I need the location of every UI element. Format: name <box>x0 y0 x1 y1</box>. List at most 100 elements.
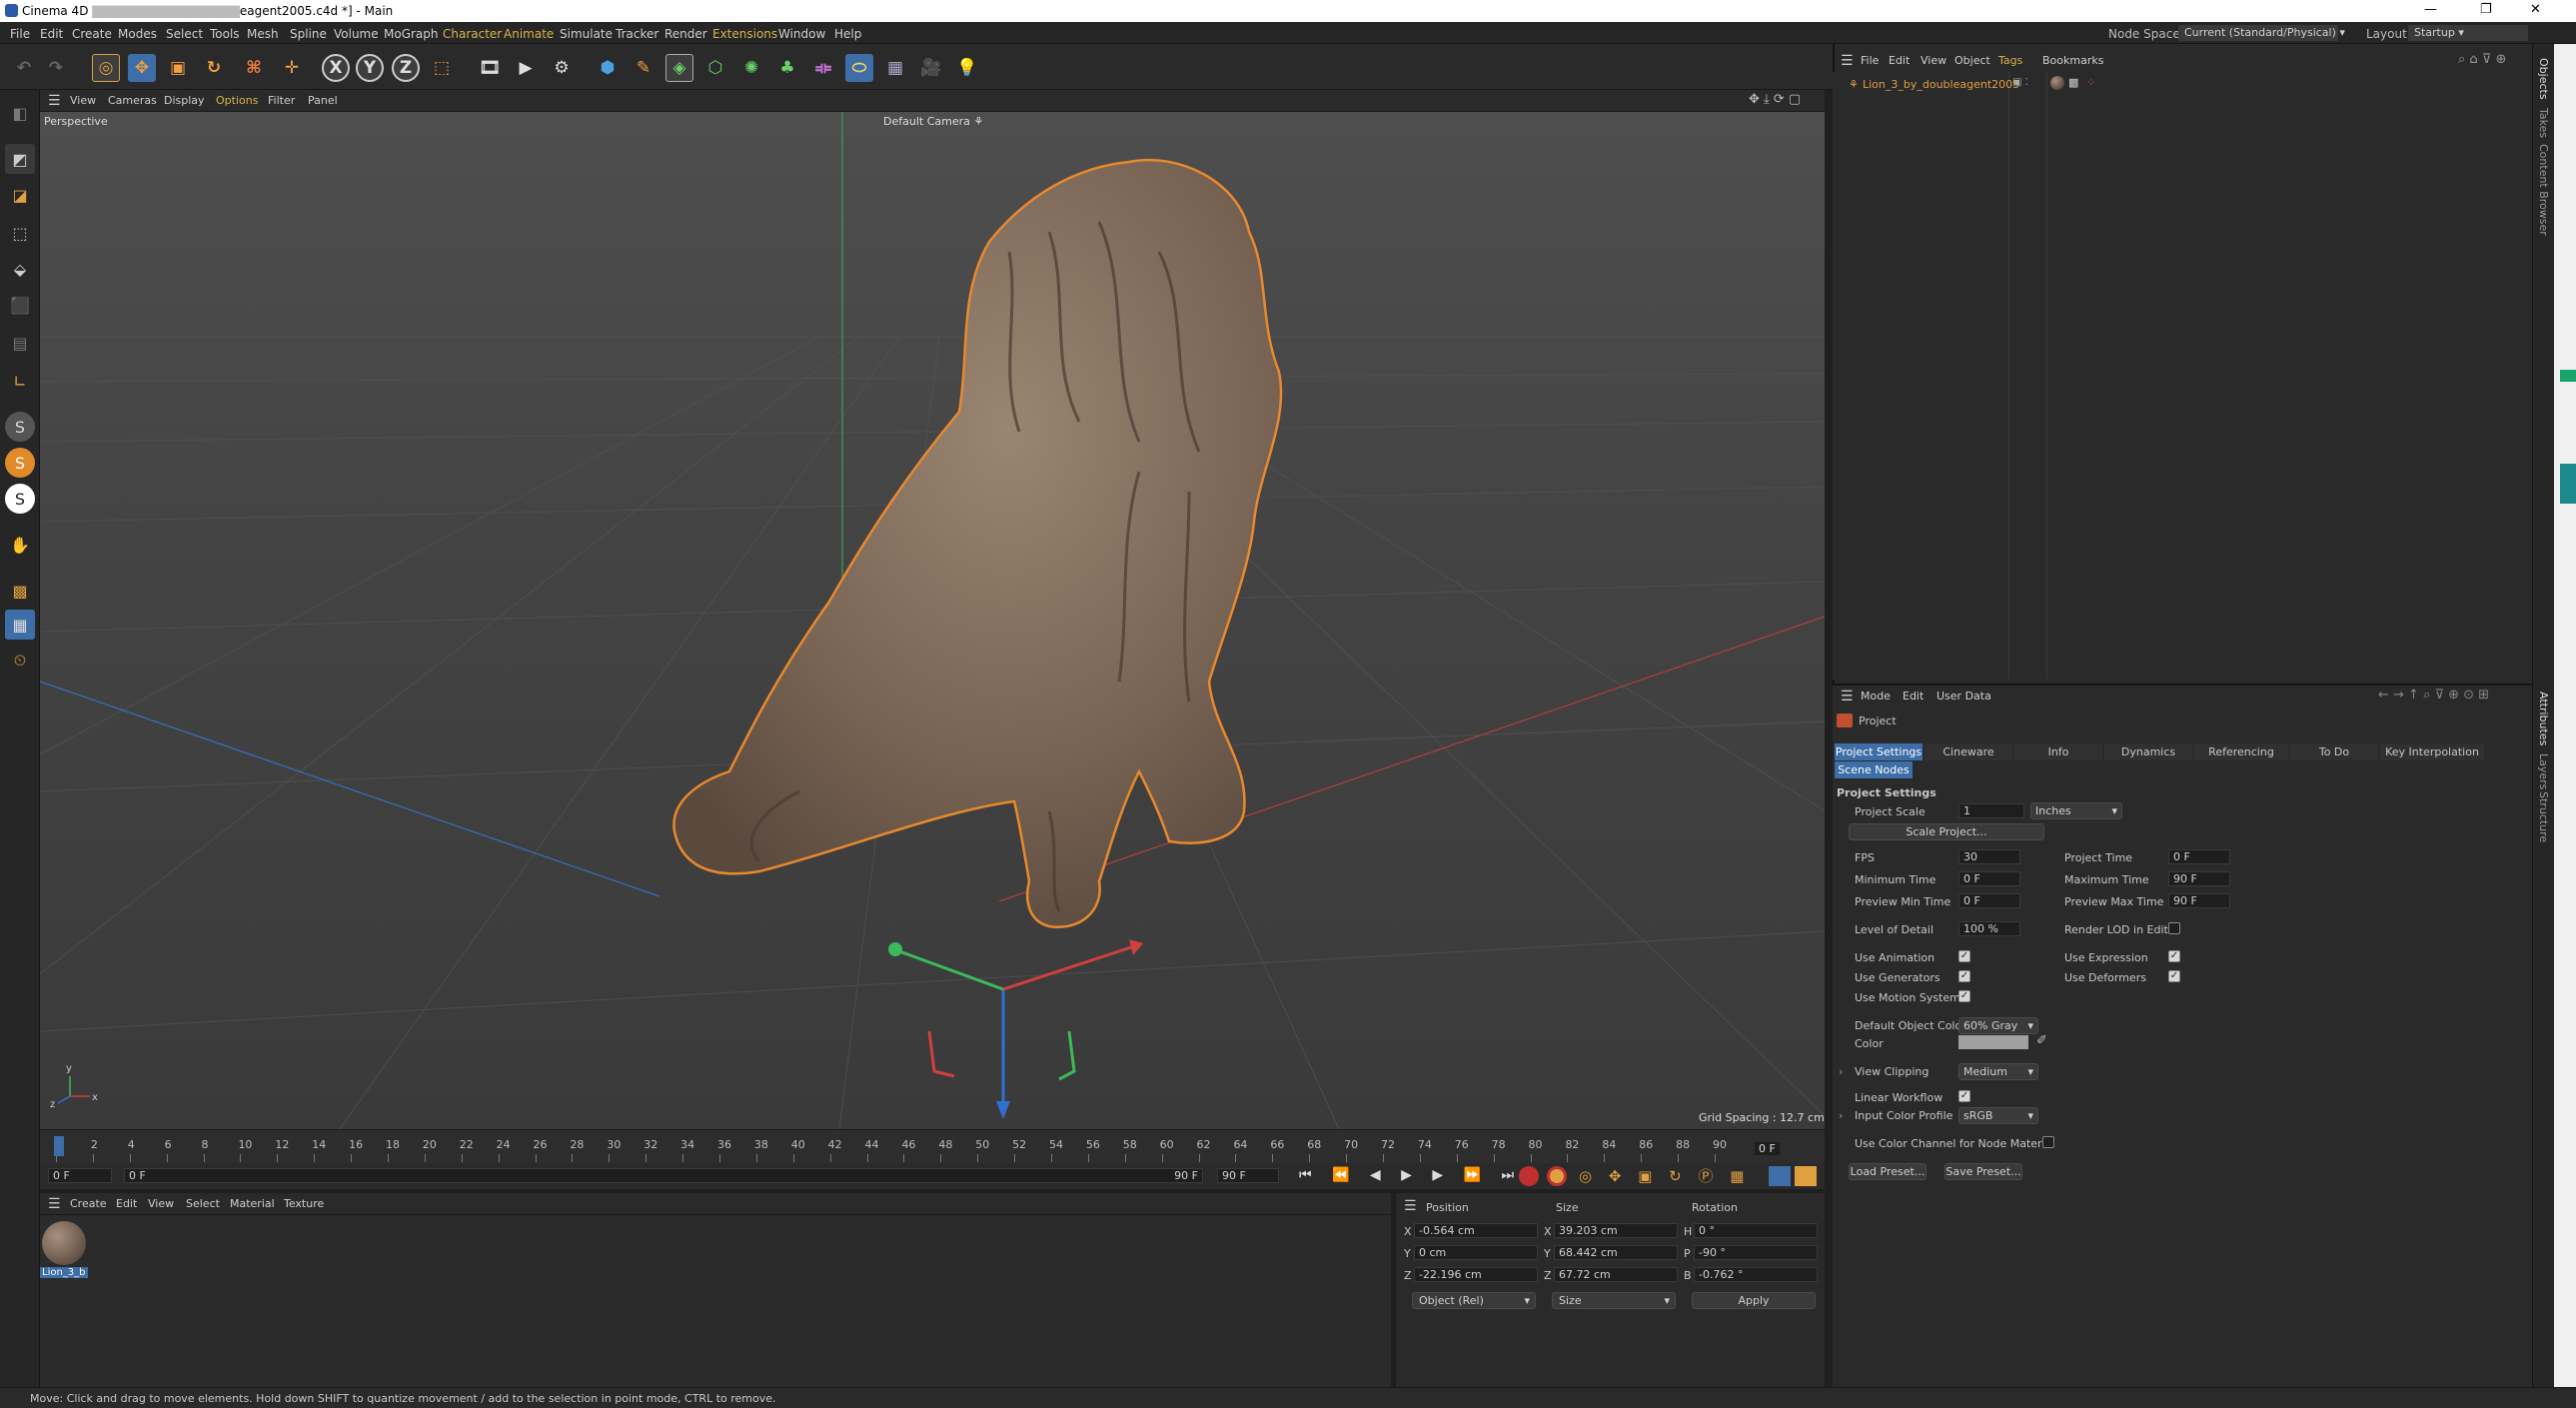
redo-icon[interactable]: ↷ <box>42 54 70 82</box>
menu-tracker[interactable]: Tracker <box>616 27 658 41</box>
material-name[interactable]: Lion_3_b <box>40 1267 88 1278</box>
pen-tool-icon[interactable]: ✎ <box>630 54 657 82</box>
fps-field[interactable]: 30 <box>1958 849 2020 864</box>
mograph-icon[interactable]: ♣ <box>773 54 801 82</box>
project-time-field[interactable]: 0 F <box>2168 849 2230 864</box>
coord-mode-dropdown[interactable]: Object (Rel) ▾ <box>1412 1292 1536 1309</box>
record-icon[interactable] <box>1519 1166 1539 1186</box>
render-settings-icon[interactable]: ⚙ <box>548 54 576 82</box>
timeline-mode-icon[interactable]: ⏲ <box>5 646 35 676</box>
view-clipping-expand-icon[interactable]: › <box>1839 1065 1843 1078</box>
tab-info[interactable]: Info <box>2014 743 2102 760</box>
attr-menu-user-data[interactable]: User Data <box>1936 690 1991 703</box>
camera-icon[interactable]: 🎥 <box>917 54 945 82</box>
edges-mode-icon[interactable]: ⬙ <box>5 254 35 284</box>
save-preset-button[interactable]: Save Preset... <box>1944 1163 2022 1180</box>
pos-z-field[interactable]: -22.196 cm <box>1414 1267 1538 1282</box>
subdivision-icon[interactable]: ◈ <box>665 54 693 82</box>
texture-mode-icon[interactable]: ◪ <box>5 180 35 210</box>
view-clipping-dropdown[interactable]: Medium ▾ <box>1958 1063 2038 1080</box>
render-lod-checkbox[interactable] <box>2168 922 2180 934</box>
unit-dropdown[interactable]: Inches ▾ <box>2030 802 2122 819</box>
viewport-menu-view[interactable]: View <box>70 94 96 107</box>
make-editable-icon[interactable]: ◧ <box>5 98 35 128</box>
object-menu-view[interactable]: View <box>1921 54 1946 67</box>
undo-icon[interactable]: ↶ <box>10 54 38 82</box>
default-object-color-dropdown[interactable]: 60% Gray ▾ <box>1958 1017 2038 1034</box>
coord-menu-icon[interactable]: ☰ <box>1404 1198 1417 1214</box>
scale-project-button[interactable]: Scale Project... <box>1849 823 2044 840</box>
size-mode-dropdown[interactable]: Size ▾ <box>1552 1292 1676 1309</box>
x-axis-lock-button[interactable]: X <box>322 54 350 82</box>
viewport-3d[interactable]: y x z Perspective Default Camera ⚘ Grid … <box>40 112 1825 1129</box>
use-color-channel-checkbox[interactable] <box>2042 1136 2054 1148</box>
viewport-nav-icons[interactable]: ✥ ⤓ ⟳ ▢ <box>1749 92 1801 107</box>
menu-tools[interactable]: Tools <box>210 27 240 41</box>
lod-field[interactable]: 100 % <box>1958 921 2020 936</box>
pos-x-field[interactable]: -0.564 cm <box>1414 1223 1538 1238</box>
uv-mode-icon[interactable]: ▤ <box>5 328 35 358</box>
menu-select[interactable]: Select <box>166 27 203 41</box>
object-menu-tags[interactable]: Tags <box>1998 54 2022 67</box>
tab-key-interpolation[interactable]: Key Interpolation <box>2380 743 2484 760</box>
texture-tag-icon[interactable]: ▩ <box>2068 76 2078 89</box>
keyframe-tools[interactable]: ◎ ✥ ▣ ↻ Ⓟ ▦ <box>1579 1165 1750 1186</box>
menu-animate[interactable]: Animate <box>504 27 554 41</box>
render-region-icon[interactable]: 🎞 <box>476 54 504 82</box>
side-tab-takes[interactable]: Takes <box>2537 108 2550 138</box>
tab-project-settings[interactable]: Project Settings <box>1835 743 1923 760</box>
eyedropper-icon[interactable]: ✐ <box>2036 1033 2047 1048</box>
minimize-icon[interactable]: — <box>2424 2 2437 17</box>
side-tab-structure[interactable]: Structure <box>2537 791 2550 842</box>
coordinate-system-icon[interactable]: ⬚ <box>428 54 456 82</box>
tab-scene-nodes[interactable]: Scene Nodes <box>1835 761 1913 778</box>
layout-dropdown[interactable]: Startup ▾ <box>2408 25 2528 41</box>
rot-p-field[interactable]: -90 ° <box>1694 1245 1818 1260</box>
menu-render[interactable]: Render <box>664 27 707 41</box>
add-tool-icon[interactable]: ✛ <box>278 54 306 82</box>
menu-help[interactable]: Help <box>834 27 861 41</box>
menu-spline[interactable]: Spline <box>290 27 327 41</box>
material-menu-material[interactable]: Material <box>230 1197 275 1210</box>
size-y-field[interactable]: 68.442 cm <box>1554 1245 1678 1260</box>
material-menu-edit[interactable]: Edit <box>116 1197 137 1210</box>
input-profile-expand-icon[interactable]: › <box>1839 1109 1843 1122</box>
workplane-icon[interactable]: ✋ <box>5 530 35 560</box>
quantize-icon[interactable]: S <box>5 484 35 514</box>
scale-tool-icon[interactable]: ▣ <box>164 54 192 82</box>
motion-icon[interactable] <box>1769 1166 1791 1186</box>
restore-icon[interactable]: ❐ <box>2480 2 2492 17</box>
project-scale-field[interactable]: 1 <box>1958 803 2024 818</box>
timeline-ruler[interactable]: 0246810121416182022242628303234363840424… <box>40 1129 1825 1163</box>
node-space-dropdown[interactable]: Current (Standard/Physical) ▾ <box>2178 25 2345 41</box>
size-z-field[interactable]: 67.72 cm <box>1554 1267 1678 1282</box>
side-tab-layers[interactable]: Layers <box>2537 753 2550 789</box>
floor-icon[interactable]: ▦ <box>881 54 909 82</box>
preview-min-field[interactable]: 0 F <box>1958 893 2020 908</box>
rotate-tool-icon[interactable]: ↻ <box>200 54 228 82</box>
rot-h-field[interactable]: 0 ° <box>1694 1223 1818 1238</box>
use-animation-checkbox[interactable]: ✓ <box>1958 950 1970 962</box>
object-visibility-icons[interactable]: ▣ ⁚ <box>2012 77 2028 88</box>
viewport-menu-panel[interactable]: Panel <box>308 94 338 107</box>
timeline-icon[interactable] <box>1795 1166 1817 1186</box>
viewport-menu-filter[interactable]: Filter <box>268 94 295 107</box>
material-menu-create[interactable]: Create <box>70 1197 107 1210</box>
z-axis-lock-button[interactable]: Z <box>392 54 420 82</box>
playback-controls[interactable]: ⏮ ⏪ ◀ ▶ ▶ ⏩ ⏭ <box>1299 1167 1522 1183</box>
render-view-icon[interactable]: ▶ <box>512 54 540 82</box>
y-axis-lock-button[interactable]: Y <box>356 54 384 82</box>
select-tool-icon[interactable]: ◎ <box>92 54 120 82</box>
attr-menu-mode[interactable]: Mode <box>1861 690 1891 703</box>
close-icon[interactable]: ✕ <box>2530 2 2541 17</box>
linear-workflow-checkbox[interactable]: ✓ <box>1958 1090 1970 1102</box>
cloner-icon[interactable]: ✺ <box>737 54 765 82</box>
color-swatch[interactable] <box>1958 1035 2028 1049</box>
menu-modes[interactable]: Modes <box>118 27 157 41</box>
points-mode-icon[interactable]: ⬚ <box>5 218 35 248</box>
menu-mograph[interactable]: MoGraph <box>384 27 439 41</box>
material-menu-view[interactable]: View <box>148 1197 174 1210</box>
menu-simulate[interactable]: Simulate <box>560 27 613 41</box>
viewport-menu-options[interactable]: Options <box>216 94 258 107</box>
polygons-mode-icon[interactable]: ⬛ <box>5 290 35 320</box>
